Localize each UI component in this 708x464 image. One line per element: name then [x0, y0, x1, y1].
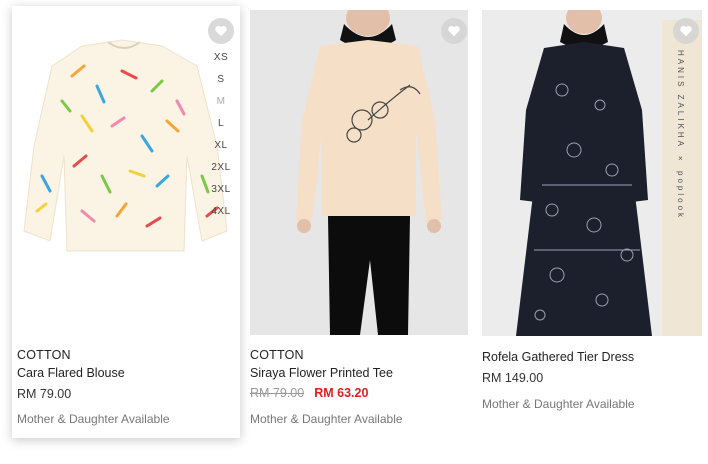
original-price: RM 79.00 — [250, 386, 305, 400]
wishlist-heart-button[interactable] — [441, 18, 467, 44]
product-name[interactable]: Cara Flared Blouse — [17, 366, 125, 380]
product-category: COTTON — [250, 348, 304, 362]
size-option[interactable]: 4XL — [204, 204, 238, 226]
wishlist-heart-button[interactable] — [673, 18, 699, 44]
collab-banner: HANIS ZALIKHA × poplook — [662, 20, 702, 336]
product-name[interactable]: Rofela Gathered Tier Dress — [482, 350, 634, 364]
size-option-unavailable: M — [216, 96, 226, 107]
product-price: RM 79.00 RM 63.20 — [250, 386, 368, 400]
size-option[interactable]: XS — [204, 50, 238, 72]
heart-icon — [448, 26, 460, 37]
product-price: RM 149.00 — [482, 371, 544, 385]
product-image-dress[interactable]: HANIS ZALIKHA × poplook — [482, 10, 702, 336]
product-card-siraya-flower-printed-tee[interactable]: COTTON Siraya Flower Printed Tee RM 79.0… — [250, 10, 468, 440]
availability-note: Mother & Daughter Available — [17, 412, 170, 426]
size-option[interactable]: 2XL — [204, 160, 238, 182]
product-name[interactable]: Siraya Flower Printed Tee — [250, 366, 393, 380]
size-picker: XS S M L XL 2XL 3XL 4XL — [204, 50, 238, 226]
availability-note: Mother & Daughter Available — [250, 412, 403, 426]
heart-icon — [215, 26, 227, 37]
wishlist-heart-button[interactable] — [208, 18, 234, 44]
size-option[interactable]: S — [204, 72, 238, 94]
product-card-cara-flared-blouse[interactable]: XS S M L XL 2XL 3XL 4XL COTTON Cara Flar… — [12, 6, 240, 438]
size-option[interactable]: 3XL — [204, 182, 238, 204]
product-category: COTTON — [17, 348, 71, 362]
size-option[interactable]: L — [204, 116, 238, 138]
sale-price: RM 63.20 — [314, 386, 369, 400]
availability-note: Mother & Daughter Available — [482, 397, 635, 411]
collab-banner-text: HANIS ZALIKHA × poplook — [676, 50, 685, 221]
heart-icon — [680, 26, 692, 37]
size-option[interactable]: XL — [204, 138, 238, 160]
product-card-rofela-gathered-tier-dress[interactable]: HANIS ZALIKHA × poplook Rofela Gathered … — [482, 10, 702, 440]
product-image-tee[interactable] — [250, 10, 468, 335]
product-price: RM 79.00 — [17, 387, 72, 401]
